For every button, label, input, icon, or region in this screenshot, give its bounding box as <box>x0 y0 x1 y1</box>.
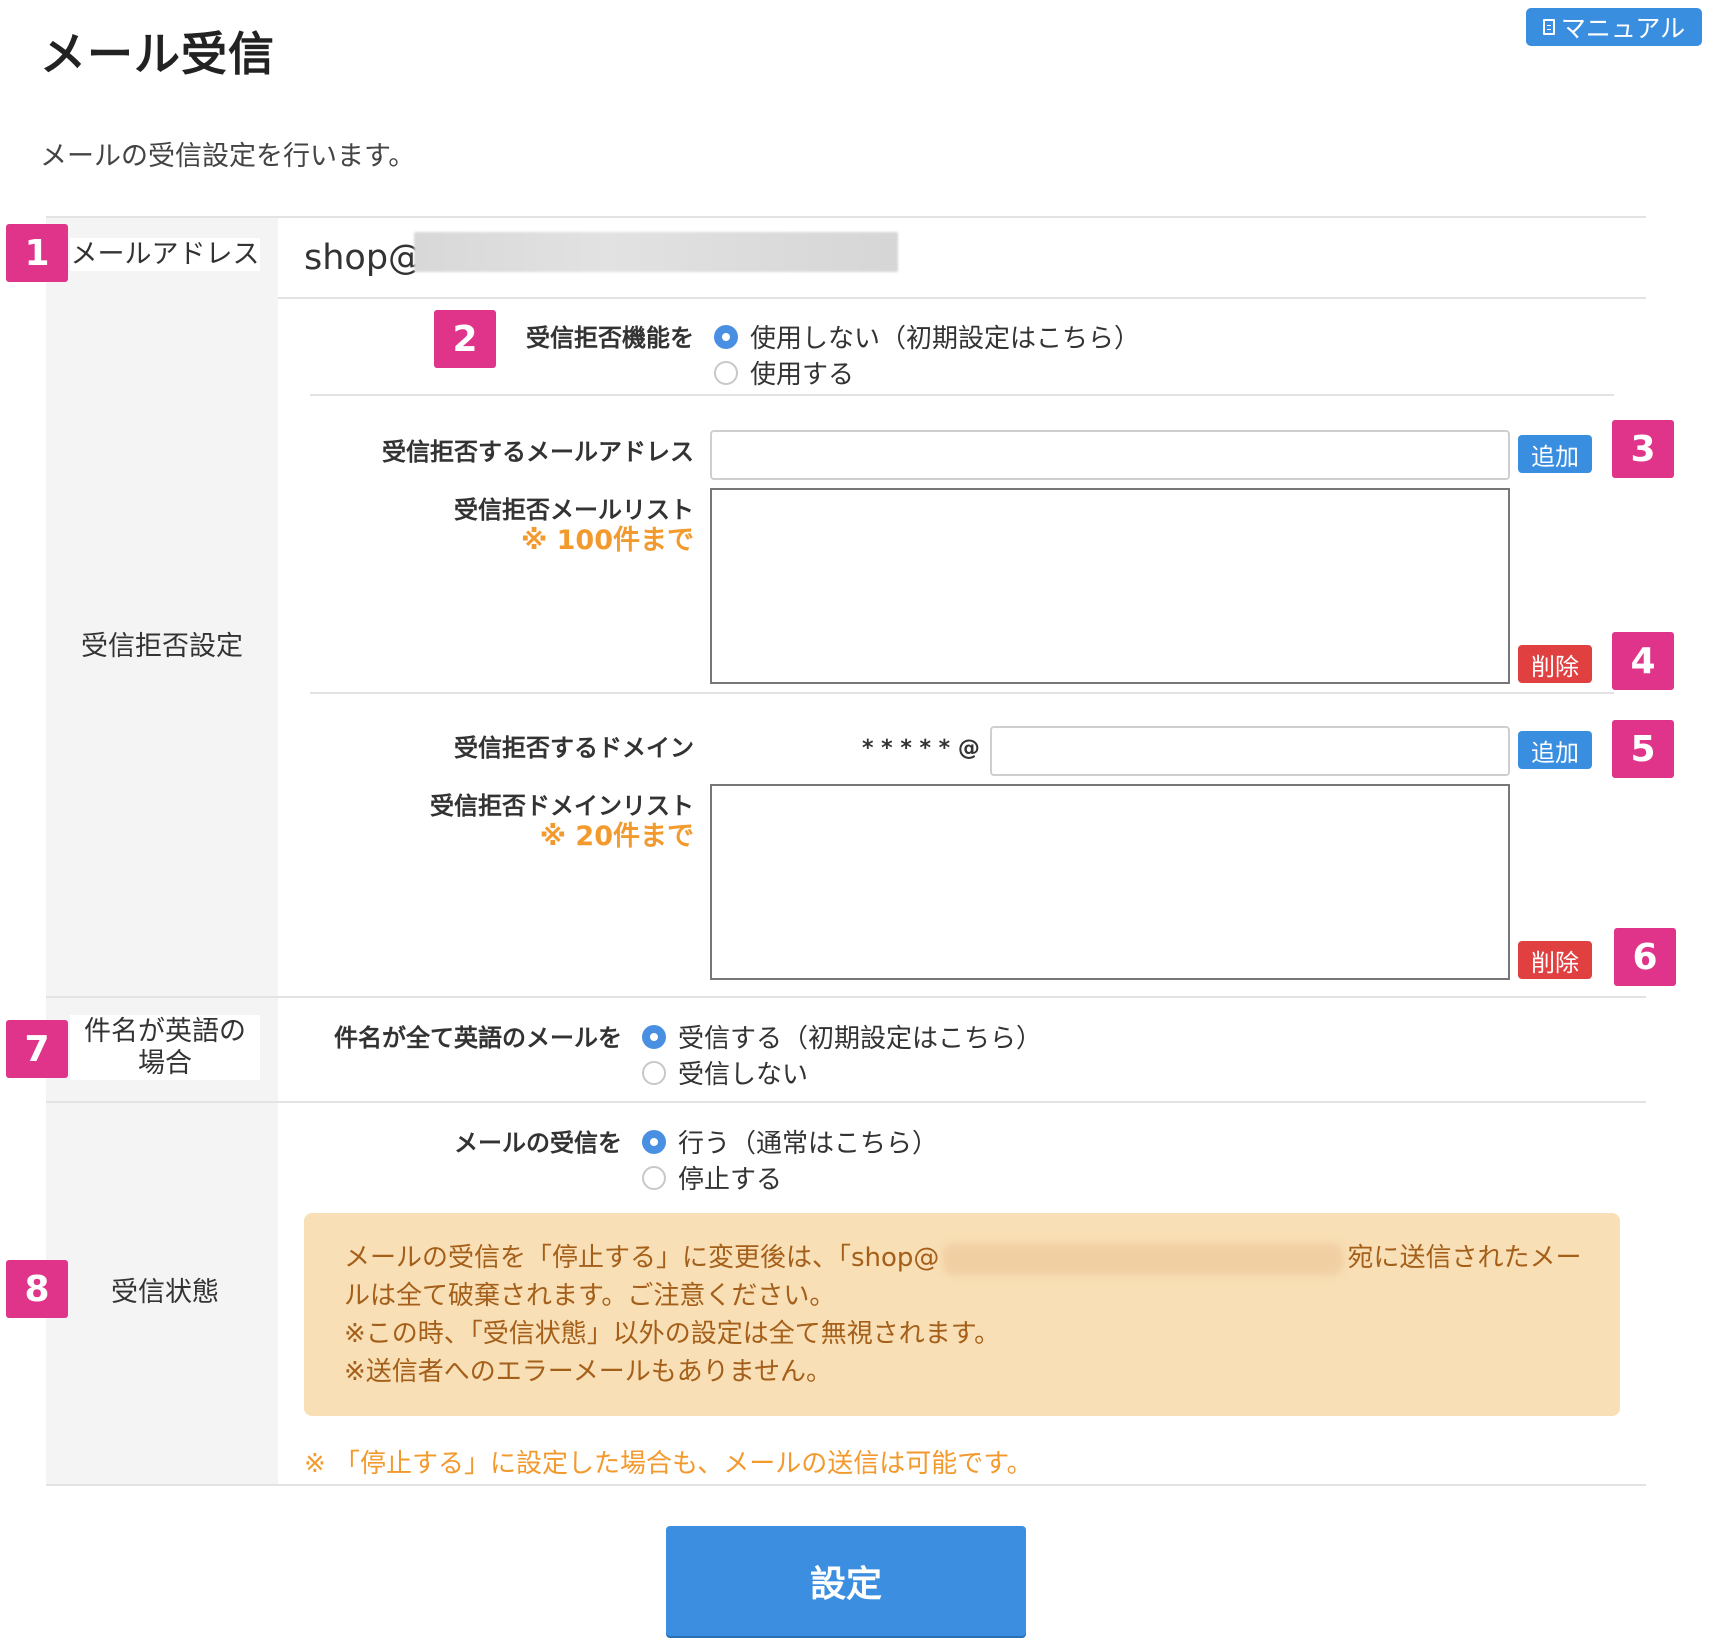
receive-status-option-on[interactable]: 行う（通常はこちら） <box>642 1123 938 1160</box>
page-title: メール受信 <box>40 27 275 81</box>
reject-function-label: 受信拒否機能を <box>526 324 694 352</box>
radio-checked[interactable] <box>642 1024 666 1049</box>
reject-address-add-button[interactable]: 追加 <box>1518 435 1592 473</box>
radio-checked[interactable] <box>642 1129 666 1154</box>
redacted-email <box>943 1242 1344 1275</box>
reject-domain-delete-button[interactable]: 削除 <box>1518 941 1592 979</box>
warning-line: ※この時、「受信状態」以外の設定は全て無視されます。 <box>344 1319 1001 1349</box>
reject-address-delete-button[interactable]: 削除 <box>1518 645 1592 683</box>
warning-line: メールの受信を「停止する」に変更後は、「shop@ 宛に送信されたメー <box>344 1239 1582 1277</box>
send-note: ※ 「停止する」に設定した場合も、メールの送信は可能です。 <box>304 1449 1033 1479</box>
reject-function-option-on[interactable]: 使用する <box>714 354 854 391</box>
option-label: 行う（通常はこちら） <box>678 1129 939 1159</box>
radio-unchecked[interactable] <box>714 360 738 385</box>
email-address-label: メールアドレス <box>70 238 260 271</box>
option-label: 使用しない（初期設定はこちら） <box>750 324 1141 354</box>
radio-unchecked[interactable] <box>642 1060 666 1085</box>
reject-address-input[interactable] <box>710 430 1510 480</box>
warning-text: 宛に送信されたメー <box>1347 1243 1582 1273</box>
receive-status-option-stop[interactable]: 停止する <box>642 1159 782 1196</box>
reject-address-listbox[interactable] <box>710 488 1510 684</box>
row-divider <box>46 1484 1646 1486</box>
reject-settings-label: 受信拒否設定 <box>81 631 243 662</box>
warning-text: メールの受信を「停止する」に変更後は、「shop@ <box>344 1243 940 1273</box>
english-subject-option-reject[interactable]: 受信しない <box>642 1054 808 1091</box>
option-label: 受信しない <box>678 1060 809 1090</box>
reject-domain-input[interactable] <box>990 726 1510 776</box>
row-divider <box>310 394 1614 396</box>
reject-domain-add-button[interactable]: 追加 <box>1518 731 1592 769</box>
callout-badge-7: 7 <box>6 1020 68 1078</box>
reject-address-list-limit: ※ 100件まで <box>520 525 694 556</box>
domain-prefix: * * * * * @ <box>862 736 980 761</box>
redacted-email <box>414 232 898 272</box>
submit-button[interactable]: 設定 <box>666 1526 1026 1636</box>
warning-line: ルは全て破棄されます。ご注意ください。 <box>344 1281 836 1311</box>
callout-badge-8: 8 <box>6 1260 68 1318</box>
row-divider <box>310 692 1614 694</box>
english-subject-label-line2: 場合 <box>70 1047 260 1080</box>
option-label: 使用する <box>750 360 855 390</box>
callout-badge-6: 6 <box>1614 928 1676 986</box>
warning-line: ※送信者へのエラーメールもありません。 <box>344 1357 832 1387</box>
page-description: メールの受信設定を行います。 <box>40 141 416 172</box>
reject-domain-listbox[interactable] <box>710 784 1510 980</box>
warning-box: メールの受信を「停止する」に変更後は、「shop@ 宛に送信されたメー ルは全て破… <box>304 1213 1620 1416</box>
callout-badge-5: 5 <box>1612 720 1674 778</box>
reject-domain-label: 受信拒否するドメイン <box>454 734 694 762</box>
receive-status-field-label: メールの受信を <box>454 1129 622 1157</box>
english-subject-label-line1: 件名が英語の <box>70 1015 260 1048</box>
reject-function-option-off[interactable]: 使用しない（初期設定はこちら） <box>714 318 1140 355</box>
callout-badge-4: 4 <box>1612 632 1674 690</box>
option-label: 停止する <box>678 1165 783 1195</box>
email-address-value: shop@ <box>304 238 424 278</box>
row-divider <box>278 297 1646 299</box>
row-divider <box>46 996 1646 998</box>
radio-checked[interactable] <box>714 324 738 349</box>
option-label: 受信する（初期設定はこちら） <box>678 1024 1043 1054</box>
reject-address-label: 受信拒否するメールアドレス <box>382 438 694 466</box>
callout-badge-1: 1 <box>6 224 68 282</box>
document-icon <box>1542 19 1555 35</box>
manual-button[interactable]: マニュアル <box>1526 8 1702 46</box>
receive-status-label: 受信状態 <box>111 1277 219 1308</box>
english-subject-option-receive[interactable]: 受信する（初期設定はこちら） <box>642 1018 1042 1055</box>
reject-domain-list-limit: ※ 20件まで <box>539 821 694 852</box>
callout-badge-3: 3 <box>1612 420 1674 478</box>
manual-button-label: マニュアル <box>1560 14 1686 43</box>
english-subject-field-label: 件名が全て英語のメールを <box>334 1024 622 1052</box>
radio-unchecked[interactable] <box>642 1165 666 1190</box>
row-divider <box>46 1101 1646 1103</box>
